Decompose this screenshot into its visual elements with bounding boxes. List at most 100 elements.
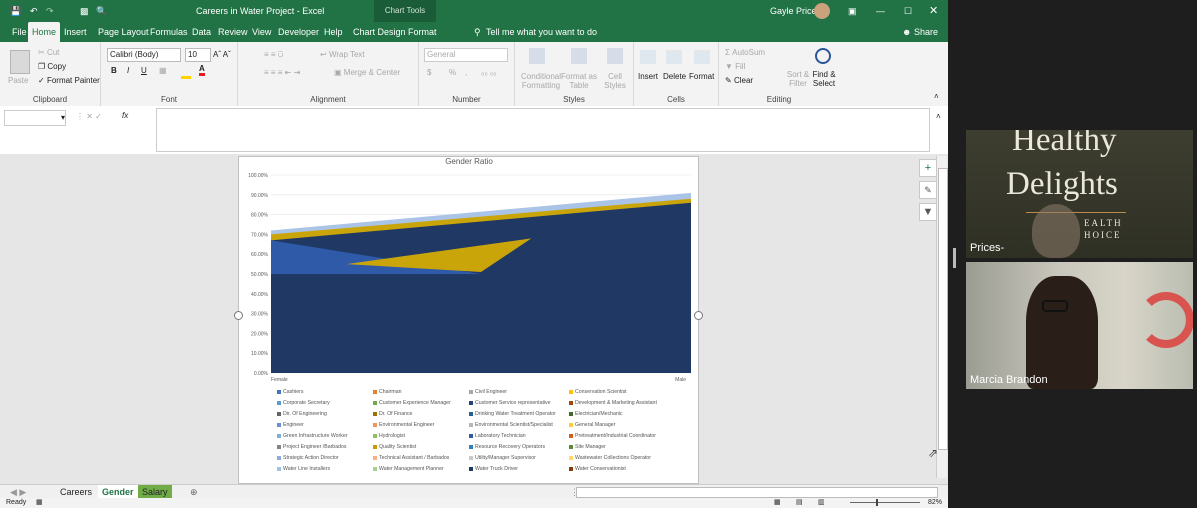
format-cells-icon[interactable]	[694, 50, 710, 64]
page-break-view-icon[interactable]: ▥	[818, 498, 825, 506]
wrap-text-button[interactable]: ↩ Wrap Text	[320, 50, 365, 59]
tab-data[interactable]: Data	[188, 22, 215, 42]
clipboard-group: Paste ✂ Cut ❐ Copy ✓ Format Painter Clip…	[0, 42, 101, 106]
format-cells-button[interactable]: Format	[689, 72, 714, 81]
legend-swatch	[469, 422, 473, 427]
tab-home[interactable]: Home	[28, 22, 61, 42]
horizontal-scrollbar[interactable]	[576, 487, 938, 498]
formula-input[interactable]	[156, 108, 930, 152]
cut-button[interactable]: ✂ Cut	[38, 48, 59, 57]
panel-resize-handle[interactable]	[953, 248, 956, 268]
scroll-thumb[interactable]	[938, 168, 948, 450]
conditional-formatting-icon[interactable]	[529, 48, 545, 64]
zoom-slider-thumb[interactable]	[876, 499, 878, 506]
tab-review[interactable]: Review	[214, 22, 252, 42]
fill-label: Fill	[735, 62, 746, 71]
cell-styles-button[interactable]: Cell Styles	[601, 72, 629, 90]
scroll-tabs-icon[interactable]: ◀ ▶	[6, 485, 30, 499]
border-icon[interactable]: ▦	[159, 66, 167, 75]
paste-button[interactable]: Paste	[8, 76, 28, 85]
paste-icon[interactable]	[10, 50, 30, 74]
sheet-tab-careers[interactable]: Careers	[56, 485, 96, 499]
tab-format[interactable]: Format	[404, 22, 441, 42]
currency-button[interactable]: $	[427, 68, 431, 77]
save-icon[interactable]: 💾	[10, 0, 21, 22]
name-box[interactable]: ▾	[4, 110, 66, 126]
italic-button[interactable]: I	[127, 66, 129, 75]
font-name-select[interactable]: Calibri (Body)	[107, 48, 181, 62]
styles-group-label: Styles	[563, 95, 585, 104]
chart-filters-button[interactable]: ▼	[919, 203, 937, 221]
find-select-button[interactable]: Find & Select	[809, 70, 839, 88]
maximize-icon[interactable]: ☐	[904, 0, 912, 22]
number-format-select[interactable]: General	[424, 48, 508, 62]
tab-help[interactable]: Help	[320, 22, 347, 42]
video-tile-marcia[interactable]: Marcia Brandon	[966, 262, 1193, 389]
user-name[interactable]: Gayle Price	[770, 0, 817, 22]
add-sheet-icon[interactable]: ⊕	[186, 485, 202, 499]
comma-button[interactable]: ,	[465, 68, 467, 77]
chart-styles-button[interactable]: ✎	[919, 181, 937, 199]
chart-elements-button[interactable]: +	[919, 159, 937, 177]
fill-color-icon[interactable]	[181, 68, 191, 79]
format-table-icon[interactable]	[571, 48, 587, 64]
user-avatar[interactable]	[814, 3, 830, 19]
insert-function-button[interactable]: fx	[122, 111, 128, 120]
bold-button[interactable]: B	[111, 66, 117, 75]
autosum-button[interactable]: Σ AutoSum	[725, 48, 765, 57]
font-size-select[interactable]: 10	[185, 48, 211, 62]
align-top-icon[interactable]: ≡ ≡ ⩂	[264, 50, 283, 60]
tab-view[interactable]: View	[248, 22, 275, 42]
underline-button[interactable]: U	[141, 66, 147, 75]
font-color-icon[interactable]: A	[199, 64, 205, 76]
expand-formula-icon[interactable]: ˄	[936, 112, 941, 121]
merge-center-button[interactable]: ▣ Merge & Center	[334, 68, 400, 77]
x-axis: Female Male	[271, 377, 686, 383]
minimize-icon[interactable]: —	[876, 0, 885, 22]
collapse-ribbon-icon[interactable]: ˄	[934, 92, 939, 101]
decimal-icon[interactable]: ₀₀ ₀₀	[481, 68, 497, 77]
fill-button[interactable]: ▼ Fill	[725, 62, 745, 71]
insert-cells-button[interactable]: Insert	[638, 72, 658, 81]
tell-me-input[interactable]: Tell me what you want to do	[482, 22, 601, 42]
redo-icon[interactable]: ↷	[46, 0, 54, 22]
tab-developer[interactable]: Developer	[274, 22, 323, 42]
conditional-formatting-button[interactable]: Conditional Formatting	[519, 72, 563, 90]
delete-cells-icon[interactable]	[666, 50, 682, 64]
tab-page-layout[interactable]: Page Layout	[94, 22, 153, 42]
tab-chart-design[interactable]: Chart Design	[349, 22, 410, 42]
delete-cells-button[interactable]: Delete	[663, 72, 686, 81]
cell-styles-icon[interactable]	[607, 48, 623, 64]
percent-button[interactable]: %	[449, 68, 456, 77]
clear-button[interactable]: ✎ Clear	[725, 76, 753, 85]
undo-icon[interactable]: ↶	[30, 0, 38, 22]
close-icon[interactable]: ✕	[929, 0, 938, 22]
grow-font-icon[interactable]: Aˆ Aˇ	[213, 50, 231, 59]
format-painter-button[interactable]: ✓ Format Painter	[38, 76, 100, 85]
zoom-level[interactable]: 82%	[928, 499, 942, 506]
resize-handle-left[interactable]	[234, 311, 243, 320]
insert-cells-icon[interactable]	[640, 50, 656, 64]
copy-button[interactable]: ❐ Copy	[38, 62, 66, 71]
find-select-icon[interactable]	[815, 48, 831, 64]
format-table-button[interactable]: Format as Table	[561, 72, 597, 90]
ribbon-display-icon[interactable]: ▣	[848, 0, 857, 22]
legend-swatch	[469, 444, 473, 449]
resize-handle-right[interactable]	[694, 311, 703, 320]
align-left-icon[interactable]: ≡ ≡ ≡ ⇤ ⇥	[264, 68, 300, 77]
vertical-scrollbar[interactable]	[936, 156, 948, 478]
sheet-tab-salary[interactable]: Salary	[138, 485, 172, 499]
macro-record-icon[interactable]: ▦	[36, 498, 43, 506]
legend-item: Wastewater Collections Operator	[569, 455, 651, 461]
tab-formulas[interactable]: Formulas	[146, 22, 192, 42]
page-layout-view-icon[interactable]: ▤	[796, 498, 803, 506]
video-tile-prices[interactable]: Healthy Delights EALTH HOICE Prices-	[966, 130, 1193, 258]
cancel-formula-icon[interactable]: ⋮ ✕ ✓	[76, 112, 102, 121]
share-button[interactable]: ☻ Share	[898, 22, 942, 42]
zoom-slider[interactable]	[850, 502, 920, 503]
print-preview-icon[interactable]: 🔍	[96, 0, 107, 22]
tab-insert[interactable]: Insert	[60, 22, 91, 42]
normal-view-icon[interactable]: ▦	[774, 498, 781, 506]
chart-object[interactable]: Gender Ratio 100.00% 90.00% 80.00% 70.00% 60…	[238, 156, 937, 484]
quick-access-icon[interactable]: ▩	[80, 0, 89, 22]
